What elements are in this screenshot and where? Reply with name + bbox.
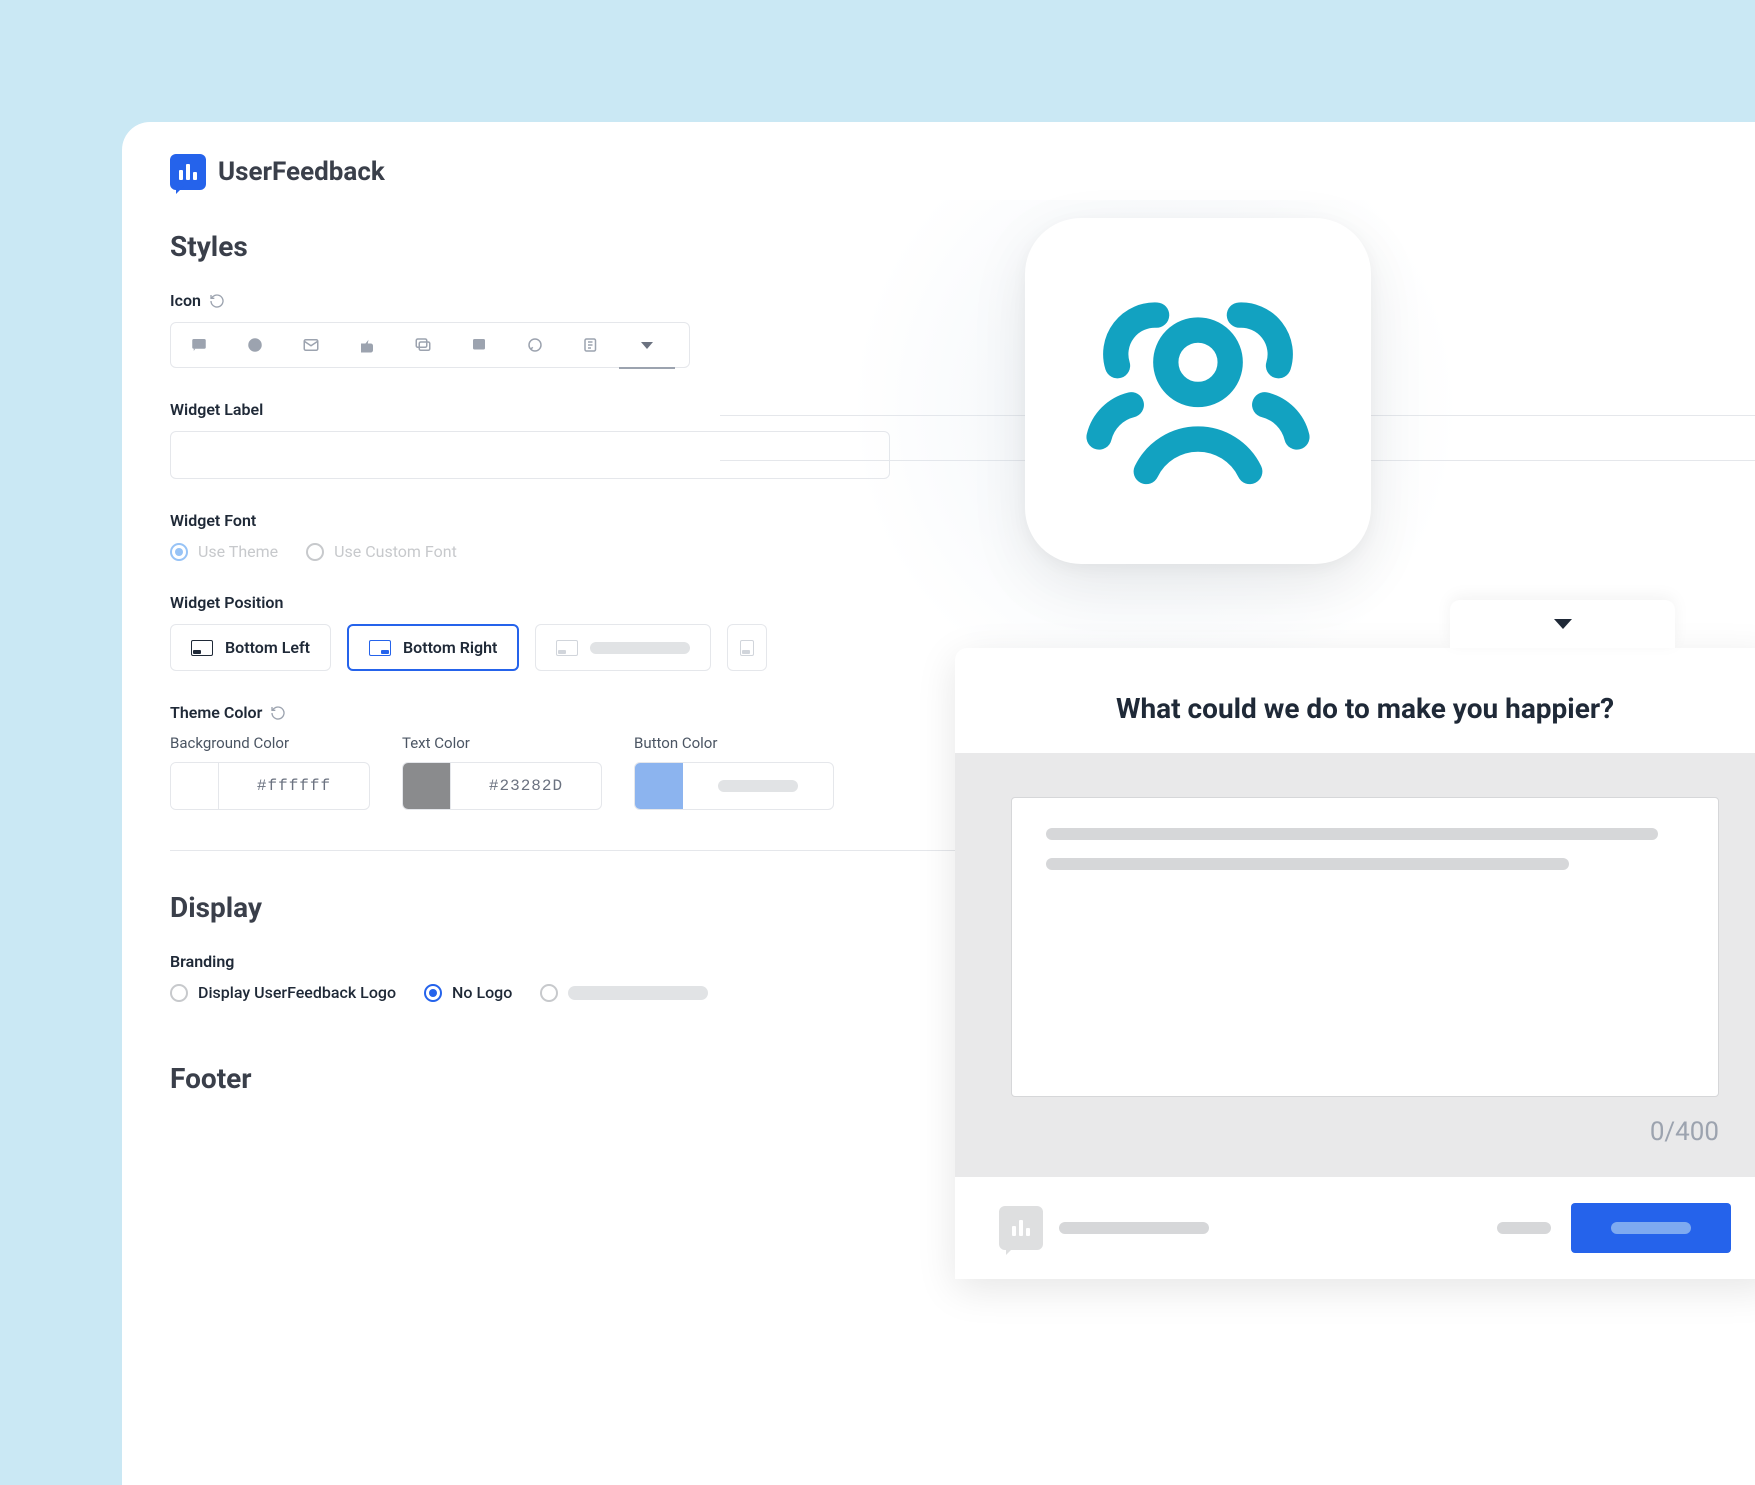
widget-label-input[interactable] — [170, 431, 890, 479]
icon-option-star-tag[interactable] — [451, 323, 507, 367]
text-color-swatch — [403, 763, 451, 809]
text-color-label: Text Color — [402, 734, 602, 752]
position-icon-bl — [191, 640, 213, 656]
position-icon-br — [369, 640, 391, 656]
icon-field-label: Icon — [170, 291, 201, 310]
font-use-custom-label: Use Custom Font — [334, 542, 457, 561]
preview-app-icon — [1025, 218, 1371, 564]
icon-option-chat-bubble[interactable] — [171, 323, 227, 367]
position-option-3[interactable] — [535, 624, 711, 671]
position-bottom-left[interactable]: Bottom Left — [170, 624, 331, 671]
widget-font-heading: Widget Font — [170, 511, 256, 530]
button-color-label: Button Color — [634, 734, 834, 752]
position-bottom-left-label: Bottom Left — [225, 638, 310, 657]
icon-option-envelope[interactable] — [283, 323, 339, 367]
icon-option-notes[interactable] — [563, 323, 619, 367]
widget-position-heading: Widget Position — [170, 593, 283, 612]
placeholder-text — [568, 986, 708, 1000]
branding-display-logo-label: Display UserFeedback Logo — [198, 983, 396, 1002]
brand: UserFeedback — [170, 154, 1707, 190]
placeholder-text — [1059, 1222, 1209, 1234]
placeholder-text — [590, 642, 690, 654]
widget-footer-logo-icon — [999, 1206, 1043, 1250]
widget-submit-button[interactable] — [1571, 1203, 1731, 1253]
icon-option-smiley[interactable] — [227, 323, 283, 367]
branding-option-3[interactable] — [540, 984, 708, 1002]
position-option-4[interactable] — [727, 624, 767, 671]
reset-icon[interactable] — [209, 293, 225, 309]
widget-collapse-tab[interactable] — [1450, 600, 1675, 648]
widget-label-heading: Widget Label — [170, 400, 263, 419]
icon-option-thumbs-up[interactable] — [339, 323, 395, 367]
position-bottom-right[interactable]: Bottom Right — [347, 624, 519, 671]
branding-heading: Branding — [170, 952, 234, 971]
widget-preview: What could we do to make you happier? 0/… — [955, 648, 1755, 1279]
icon-option-more-dropdown[interactable] — [619, 323, 675, 367]
reset-icon[interactable] — [270, 705, 286, 721]
branding-option-display-logo[interactable]: Display UserFeedback Logo — [170, 983, 396, 1002]
button-color-input[interactable] — [634, 762, 834, 810]
text-color-input[interactable]: #23282D — [402, 762, 602, 810]
position-icon-3 — [556, 640, 578, 656]
button-color-swatch — [635, 763, 683, 809]
bg-color-hex: #ffffff — [219, 763, 369, 809]
chevron-down-icon — [641, 342, 653, 349]
field-widget-font: Widget Font Use Theme Use Custom Font — [170, 511, 1707, 561]
theme-color-heading: Theme Color — [170, 703, 262, 722]
font-option-use-custom[interactable]: Use Custom Font — [306, 542, 457, 561]
widget-textarea[interactable] — [1011, 797, 1719, 1097]
position-icon-4 — [740, 640, 754, 656]
brand-name: UserFeedback — [218, 157, 385, 187]
field-icon: Icon — [170, 291, 1707, 368]
font-option-use-theme[interactable]: Use Theme — [170, 542, 278, 561]
button-color-hex — [683, 763, 833, 809]
icon-toolbar — [170, 322, 690, 368]
font-use-theme-label: Use Theme — [198, 542, 278, 561]
bg-color-swatch — [171, 763, 219, 809]
branding-option-no-logo[interactable]: No Logo — [424, 983, 512, 1002]
placeholder-text — [1497, 1222, 1551, 1234]
char-count: 0/400 — [1011, 1117, 1719, 1147]
icon-option-speech[interactable] — [507, 323, 563, 367]
users-group-icon — [1083, 276, 1313, 506]
widget-question: What could we do to make you happier? — [1005, 692, 1725, 725]
position-bottom-right-label: Bottom Right — [403, 638, 497, 657]
brand-logo-icon — [170, 154, 206, 190]
field-widget-label: Widget Label — [170, 400, 1707, 479]
icon-option-chat-lines[interactable] — [395, 323, 451, 367]
text-color-hex: #23282D — [451, 763, 601, 809]
bg-color-label: Background Color — [170, 734, 370, 752]
branding-no-logo-label: No Logo — [452, 983, 512, 1002]
bg-color-input[interactable]: #ffffff — [170, 762, 370, 810]
section-styles-title: Styles — [170, 230, 1707, 263]
